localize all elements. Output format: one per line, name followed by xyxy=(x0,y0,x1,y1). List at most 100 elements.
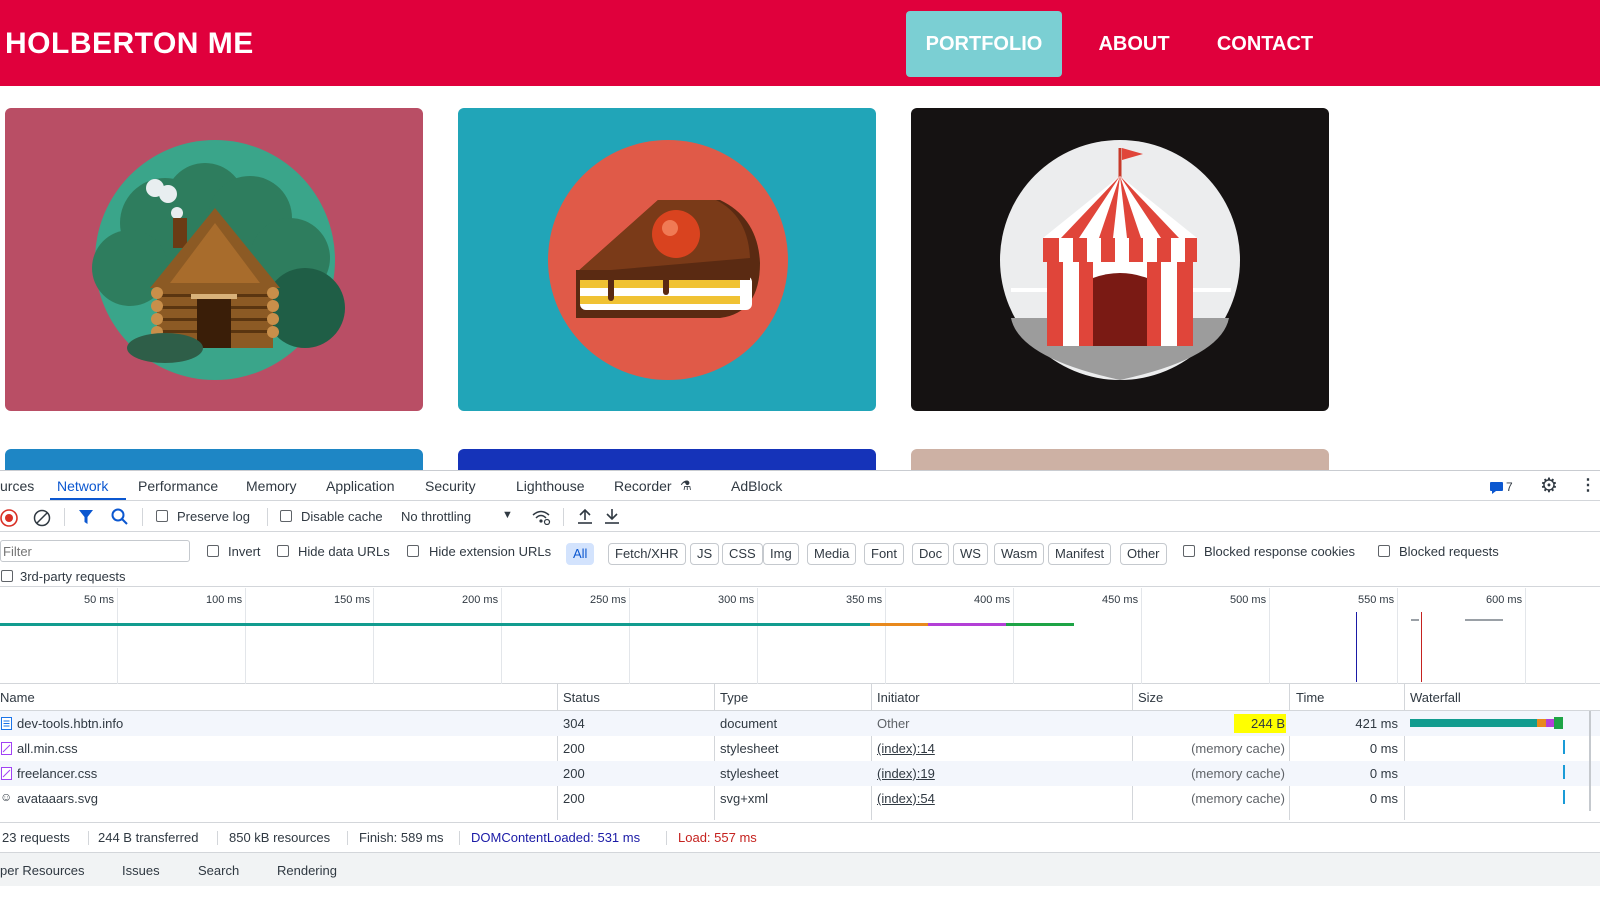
network-conditions-icon[interactable] xyxy=(531,509,551,525)
disable-cache-checkbox[interactable] xyxy=(280,510,292,522)
request-type: svg+xml xyxy=(720,791,769,806)
drawer-tab-rendering[interactable]: Rendering xyxy=(277,863,337,878)
request-size: 244 B xyxy=(1251,716,1285,731)
request-name[interactable]: all.min.css xyxy=(17,741,78,756)
column-type[interactable]: Type xyxy=(720,690,748,705)
table-scrollbar[interactable] xyxy=(1589,711,1591,811)
request-row[interactable]: all.min.css 200 stylesheet (index):14 (m… xyxy=(0,736,1600,761)
tab-network[interactable]: Network xyxy=(57,478,108,494)
filter-chip-other[interactable]: Other xyxy=(1120,543,1167,565)
filter-chip-doc[interactable]: Doc xyxy=(912,543,950,565)
flask-icon: ⚗ xyxy=(680,478,692,493)
nav-about[interactable]: ABOUT xyxy=(1080,11,1188,77)
more-options-icon[interactable]: ⋮ xyxy=(1580,475,1596,495)
tab-memory[interactable]: Memory xyxy=(246,478,297,494)
throttling-select[interactable]: No throttling xyxy=(401,509,471,524)
filter-chip-img[interactable]: Img xyxy=(763,543,799,565)
cabin-image xyxy=(92,140,345,380)
request-row[interactable]: freelancer.css 200 stylesheet (index):19… xyxy=(0,761,1600,786)
requests-table-header: Name Status Type Initiator Size Time Wat… xyxy=(0,684,1600,711)
timeline-gridline xyxy=(1013,588,1014,684)
filter-chip-manifest[interactable]: Manifest xyxy=(1048,543,1112,565)
settings-gear-icon[interactable]: ⚙ xyxy=(1540,473,1558,498)
stop-recording-icon[interactable] xyxy=(0,509,18,527)
filter-chip-wasm[interactable]: Wasm xyxy=(994,543,1045,565)
request-time: 0 ms xyxy=(1369,741,1398,756)
issues-count[interactable]: 7 xyxy=(1506,480,1513,494)
timeline-tick: 100 ms xyxy=(206,594,243,606)
third-party-requests-checkbox[interactable] xyxy=(1,570,13,582)
overview-bar-script xyxy=(928,623,1006,626)
filter-chip-all[interactable]: All xyxy=(566,543,595,565)
filter-input[interactable] xyxy=(0,540,190,562)
invert-checkbox[interactable] xyxy=(207,545,219,557)
hide-data-urls-checkbox[interactable] xyxy=(277,545,289,557)
column-initiator[interactable]: Initiator xyxy=(877,690,920,705)
column-name[interactable]: Name xyxy=(0,690,35,705)
tab-sources[interactable]: urces xyxy=(0,478,34,494)
summary-requests: 23 requests xyxy=(2,830,70,845)
network-filter-bar: Invert Hide data URLs Hide extension URL… xyxy=(0,532,1600,587)
nav-contact[interactable]: CONTACT xyxy=(1200,11,1330,77)
request-initiator[interactable]: (index):14 xyxy=(877,741,935,756)
chevron-down-icon[interactable]: ▼ xyxy=(502,509,513,521)
column-time[interactable]: Time xyxy=(1296,690,1324,705)
timeline-tick: 150 ms xyxy=(334,594,371,606)
filter-chip-font[interactable]: Font xyxy=(864,543,905,565)
network-overview-timeline[interactable]: 50 ms 100 ms 150 ms 200 ms 250 ms 300 ms… xyxy=(0,588,1600,684)
toolbar-divider xyxy=(64,508,65,526)
tab-security[interactable]: Security xyxy=(425,478,476,494)
tab-adblock[interactable]: AdBlock xyxy=(731,478,782,494)
request-name[interactable]: dev-tools.hbtn.info xyxy=(17,716,123,731)
request-time: 0 ms xyxy=(1369,766,1398,781)
request-row[interactable]: ☺ avataaars.svg 200 svg+xml (index):54 (… xyxy=(0,786,1600,811)
timeline-gridline xyxy=(245,588,246,684)
summary-resources: 850 kB resources xyxy=(229,830,331,845)
export-har-icon[interactable] xyxy=(604,508,620,525)
filter-chip-media[interactable]: Media xyxy=(807,543,857,565)
preserve-log-checkbox[interactable] xyxy=(156,510,168,522)
issues-icon[interactable] xyxy=(1490,482,1503,494)
request-type: document xyxy=(720,716,778,731)
network-summary-bar: 23 requests 244 B transferred 850 kB res… xyxy=(0,822,1600,852)
brand-logo[interactable]: HOLBERTON ME xyxy=(5,27,254,61)
waterfall-bar-finish xyxy=(1554,717,1563,729)
portfolio-card-circus[interactable] xyxy=(911,108,1329,411)
column-status[interactable]: Status xyxy=(563,690,600,705)
overview-bar-misc xyxy=(1465,619,1503,621)
timeline-gridline xyxy=(757,588,758,684)
filter-icon[interactable] xyxy=(78,509,94,525)
request-name[interactable]: freelancer.css xyxy=(17,766,97,781)
column-waterfall[interactable]: Waterfall xyxy=(1410,690,1461,705)
filter-chip-js[interactable]: JS xyxy=(690,543,720,565)
drawer-tab-search[interactable]: Search xyxy=(198,863,239,878)
blocked-response-cookies-checkbox[interactable] xyxy=(1183,545,1195,557)
portfolio-card-cake[interactable] xyxy=(458,108,876,411)
waterfall-bar xyxy=(1563,740,1565,754)
request-initiator[interactable]: (index):54 xyxy=(877,791,935,806)
tab-performance[interactable]: Performance xyxy=(138,478,218,494)
overview-bar-misc xyxy=(1411,619,1419,621)
request-row[interactable]: dev-tools.hbtn.info 304 document Other 2… xyxy=(0,711,1600,736)
column-size[interactable]: Size xyxy=(1138,690,1163,705)
timeline-tick: 200 ms xyxy=(462,594,499,606)
filter-chip-fetch-xhr[interactable]: Fetch/XHR xyxy=(608,543,686,565)
portfolio-card-cabin[interactable] xyxy=(5,108,423,411)
nav-portfolio[interactable]: PORTFOLIO xyxy=(906,11,1062,77)
overview-bar-download xyxy=(870,623,928,626)
drawer-tab-resources[interactable]: per Resources xyxy=(0,863,85,878)
search-icon[interactable] xyxy=(111,508,129,526)
blocked-requests-checkbox[interactable] xyxy=(1378,545,1390,557)
clear-icon[interactable] xyxy=(33,509,51,527)
hide-extension-urls-checkbox[interactable] xyxy=(407,545,419,557)
filter-chip-ws[interactable]: WS xyxy=(953,543,988,565)
drawer-tab-issues[interactable]: Issues xyxy=(122,863,160,878)
tab-lighthouse[interactable]: Lighthouse xyxy=(516,478,585,494)
request-initiator[interactable]: (index):19 xyxy=(877,766,935,781)
import-har-icon[interactable] xyxy=(577,508,593,525)
tab-recorder[interactable]: Recorder xyxy=(614,478,672,494)
request-name[interactable]: avataaars.svg xyxy=(17,791,98,806)
tab-application[interactable]: Application xyxy=(326,478,395,494)
request-type: stylesheet xyxy=(720,766,779,781)
filter-chip-css[interactable]: CSS xyxy=(722,543,763,565)
